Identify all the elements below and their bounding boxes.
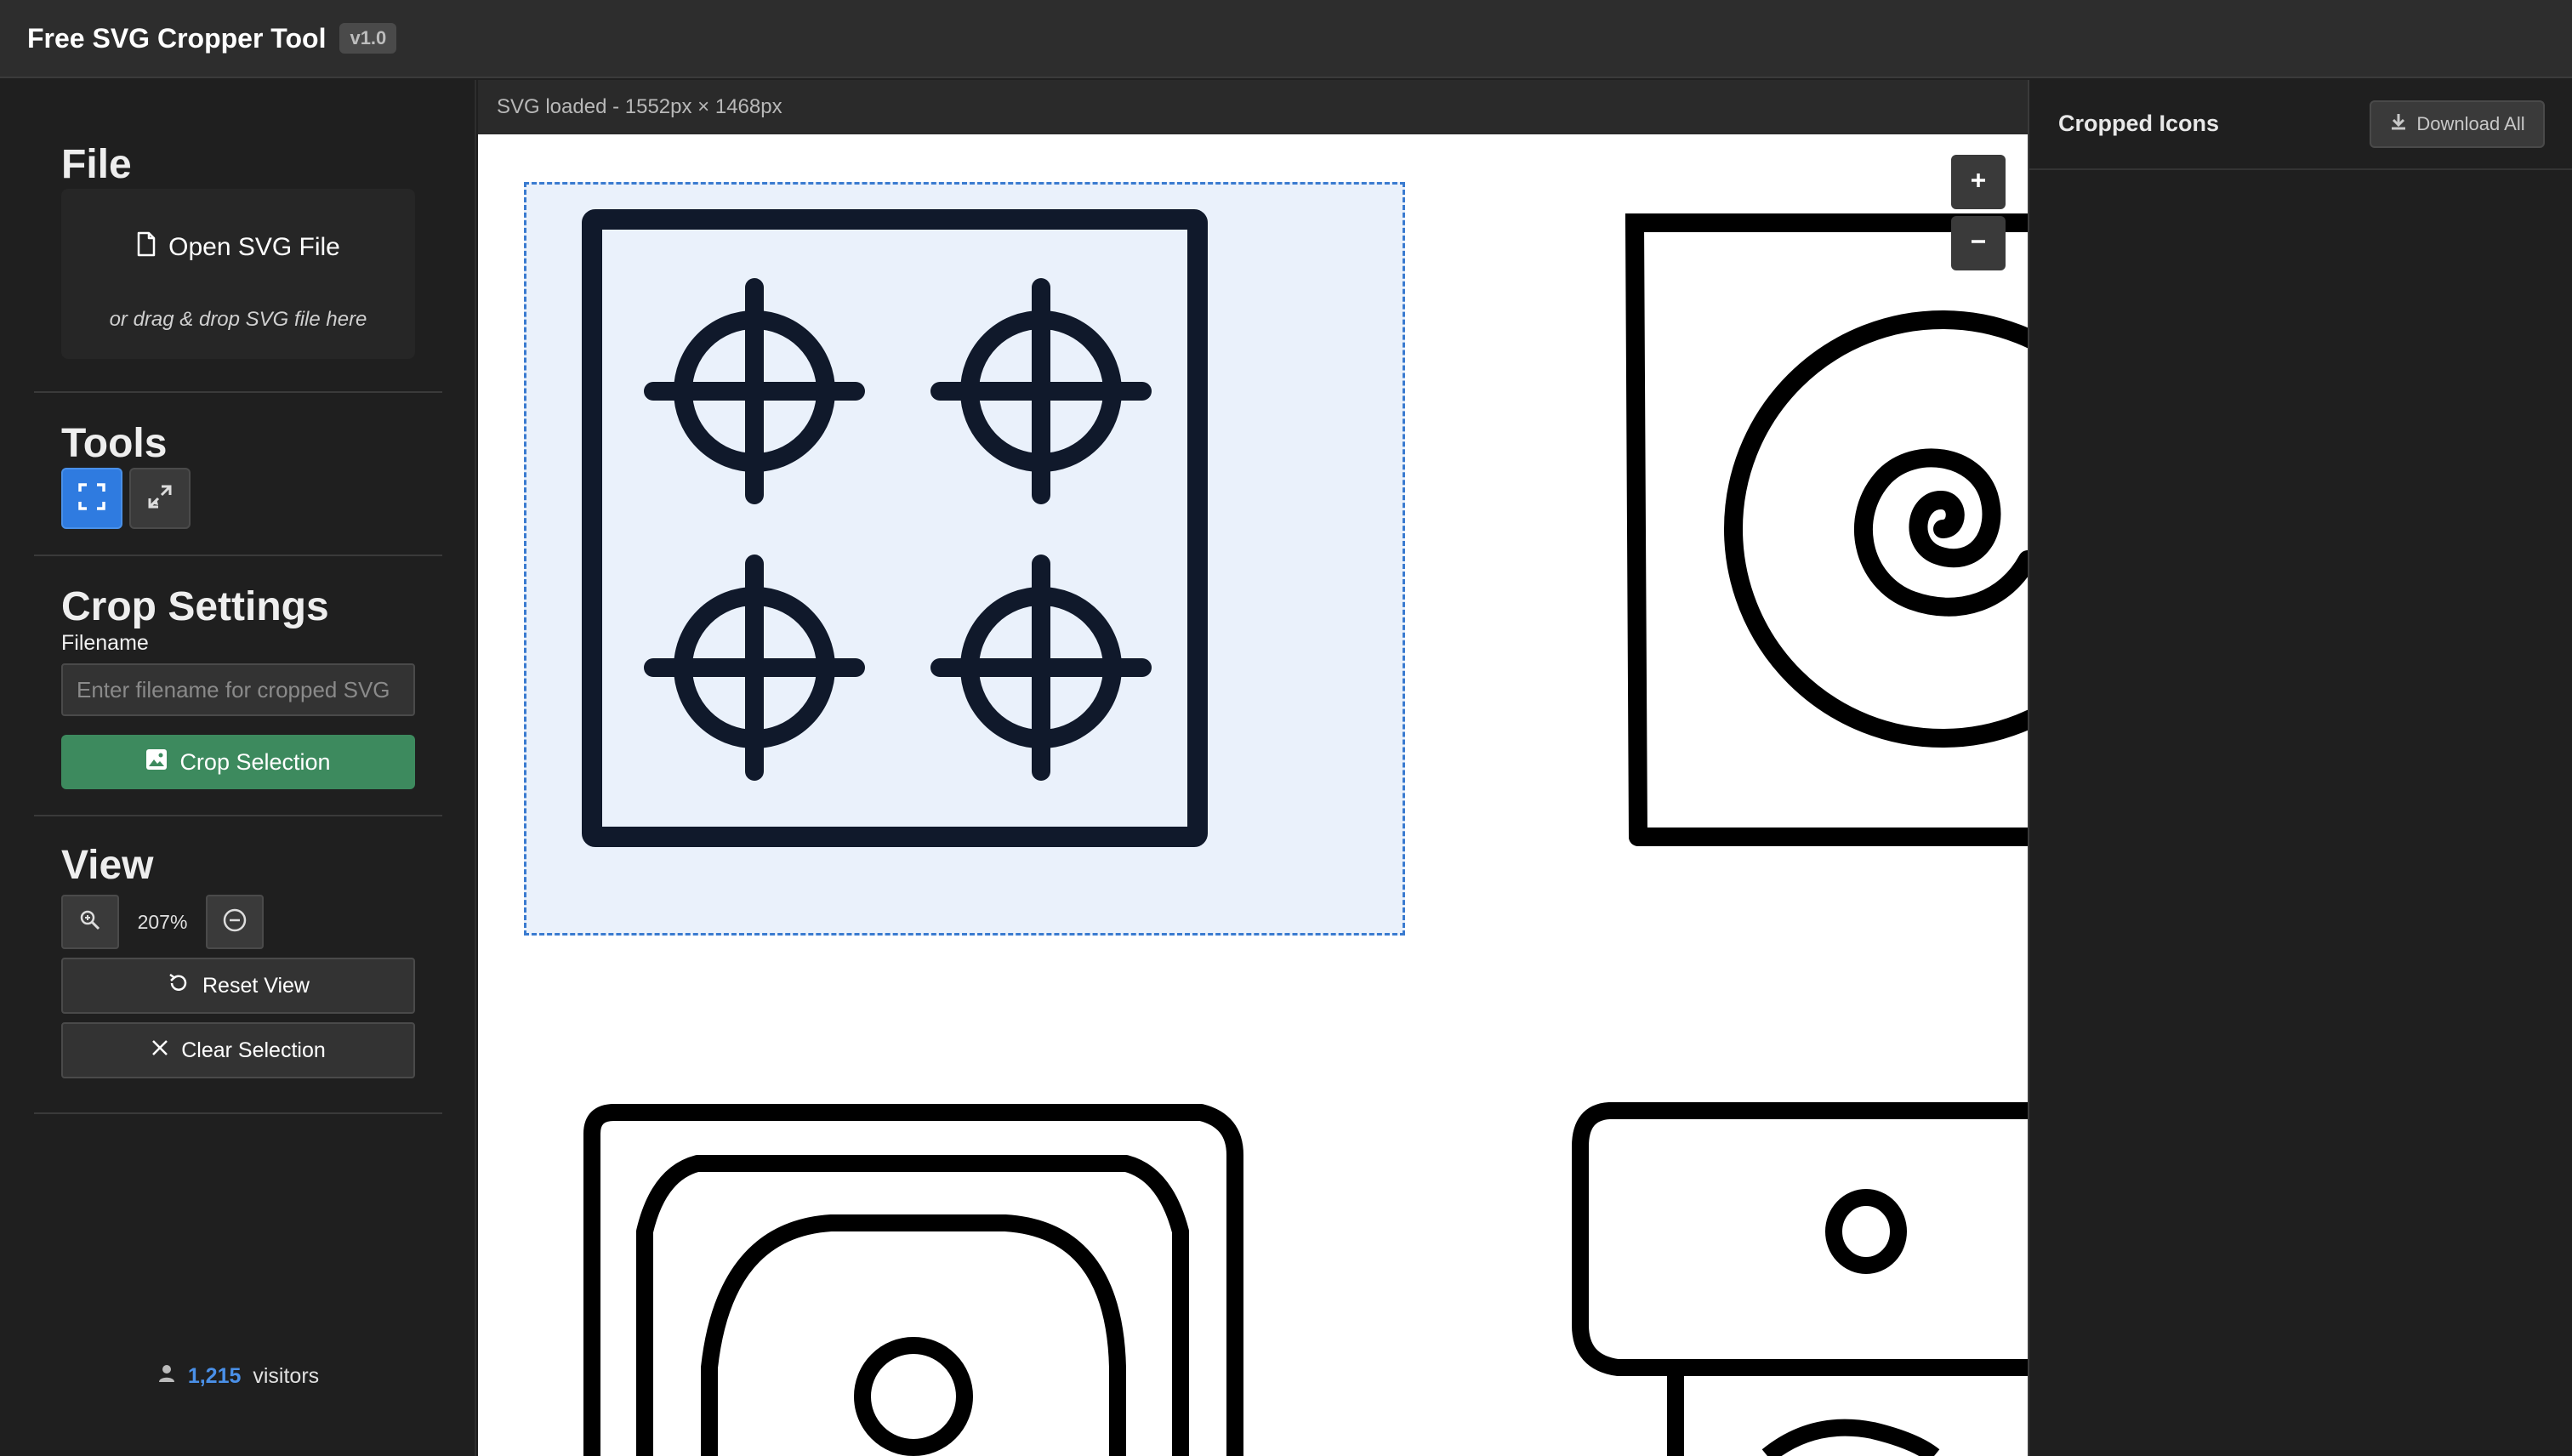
zoom-in-button[interactable]	[61, 895, 119, 949]
zoom-out-button[interactable]	[206, 895, 264, 949]
open-svg-file-label: Open SVG File	[168, 233, 340, 261]
view-heading: View	[61, 843, 154, 888]
user-icon	[157, 1364, 176, 1389]
visitor-label: visitors	[253, 1364, 320, 1388]
file-icon	[136, 231, 156, 264]
spiral-box-icon	[1625, 213, 2028, 846]
section-divider	[34, 555, 442, 556]
filename-label: Filename	[61, 631, 149, 655]
download-icon	[2389, 112, 2408, 136]
crop-settings-heading: Crop Settings	[61, 584, 329, 629]
version-badge: v1.0	[339, 23, 397, 54]
crop-selection-label: Crop Selection	[179, 748, 331, 775]
svg-canvas[interactable]	[478, 134, 2028, 1456]
move-resize-tool-button[interactable]	[129, 468, 191, 529]
arrows-move-icon	[145, 481, 175, 516]
reset-view-label: Reset View	[202, 973, 310, 998]
canvas-status-bar: SVG loaded - 1552px × 1468px	[478, 80, 2028, 134]
select-crop-tool-button[interactable]	[61, 468, 122, 529]
open-svg-file-button[interactable]: Open SVG File	[61, 231, 415, 264]
cropped-icons-panel: Cropped Icons Download All	[2028, 80, 2572, 1456]
app-header: Free SVG Cropper Tool v1.0	[0, 0, 2572, 78]
visitor-counter: 1,215 visitors	[0, 1364, 476, 1389]
reset-view-button[interactable]: Reset View	[61, 958, 415, 1014]
app-title: Free SVG Cropper Tool	[27, 22, 327, 54]
file-dropzone[interactable]: Open SVG File or drag & drop SVG file he…	[61, 189, 415, 359]
close-icon	[151, 1038, 169, 1063]
download-all-label: Download All	[2416, 113, 2525, 134]
section-divider	[34, 1112, 442, 1114]
tools-heading: Tools	[61, 421, 168, 466]
filename-input[interactable]	[61, 663, 415, 716]
image-icon	[145, 748, 168, 776]
download-all-button[interactable]: Download All	[2370, 100, 2545, 148]
section-divider	[34, 815, 442, 816]
crop-selection-button[interactable]: Crop Selection	[61, 735, 415, 789]
fullscreen-corners-icon	[77, 481, 107, 516]
rotate-ccw-icon	[167, 971, 191, 1001]
appliance-icon	[583, 1104, 1243, 1456]
zoom-level: 207%	[137, 910, 188, 933]
svg-status-text: SVG loaded - 1552px × 1468px	[497, 95, 782, 118]
cropped-icons-title: Cropped Icons	[2058, 111, 2220, 136]
crop-selection-box[interactable]	[524, 182, 1405, 936]
visitor-count: 1,215	[187, 1364, 242, 1388]
left-sidebar: File Open SVG File or drag & drop SVG fi…	[0, 80, 476, 1456]
clear-selection-button[interactable]: Clear Selection	[61, 1022, 415, 1078]
cropped-icons-header: Cropped Icons Download All	[2029, 80, 2572, 170]
canvas-zoom-out-button[interactable]	[1951, 216, 2006, 270]
clear-selection-label: Clear Selection	[181, 1038, 326, 1062]
minus-icon	[1969, 232, 1988, 255]
circle-minus-icon	[222, 907, 248, 937]
canvas-zoom-in-button[interactable]	[1951, 155, 2006, 209]
knob-box-icon	[1572, 1102, 2028, 1456]
section-divider	[34, 391, 442, 393]
plus-icon	[1969, 171, 1988, 194]
drop-hint: or drag & drop SVG file here	[109, 308, 367, 331]
magnifier-plus-icon	[79, 909, 101, 936]
file-heading: File	[61, 142, 132, 187]
